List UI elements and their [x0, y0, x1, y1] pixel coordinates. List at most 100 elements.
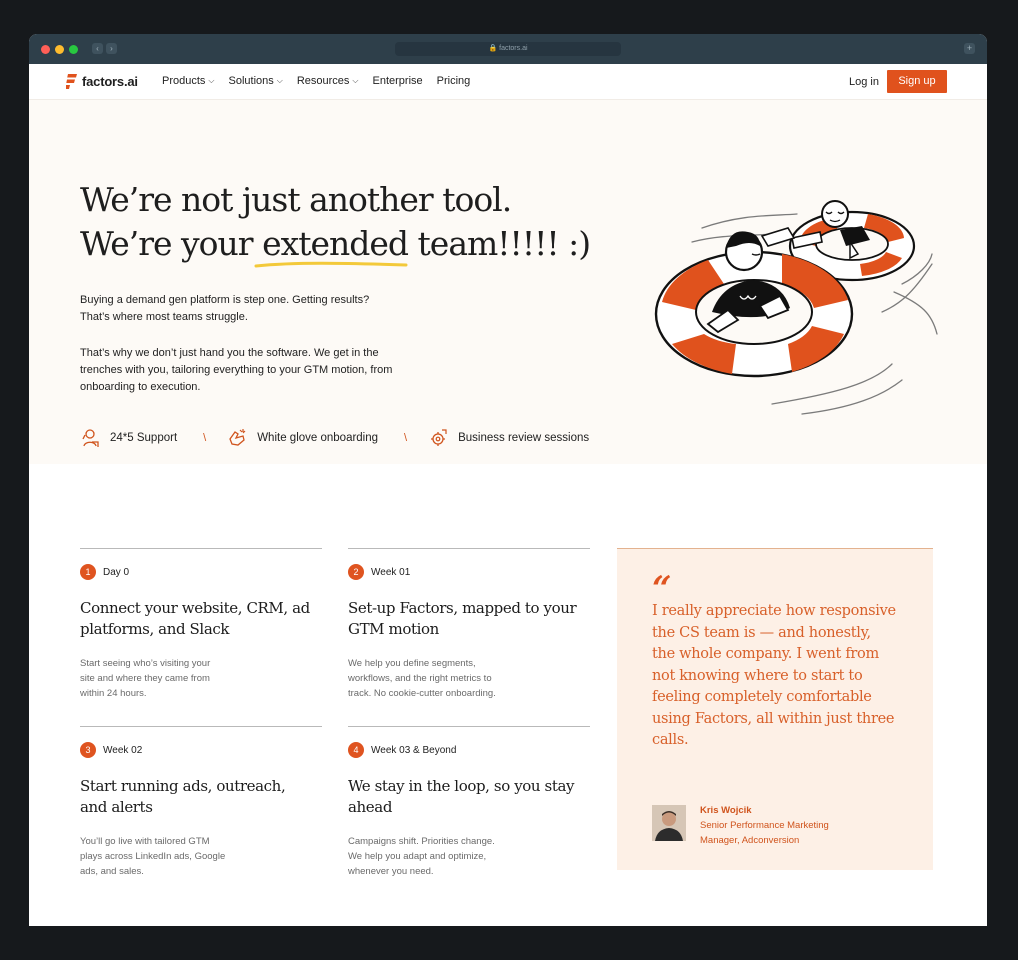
paragraph-line: That’s where most teams struggle. [80, 311, 248, 323]
login-link[interactable]: Log in [849, 76, 879, 88]
factors-logo-icon [66, 74, 77, 89]
step-number-badge: 3 [80, 742, 96, 758]
step-number-badge: 1 [80, 564, 96, 580]
highlight-word: extended [254, 222, 409, 268]
review-gear-icon [431, 429, 447, 446]
brand-name: factors.ai [82, 74, 138, 89]
glove-hand-icon [229, 429, 246, 446]
feature-label: White glove onboarding [257, 432, 379, 444]
desc-line: We help you define segments, [348, 658, 476, 669]
feature-onboarding: White glove onboarding [226, 427, 378, 449]
chevron-down-icon: ⌵ [208, 76, 215, 85]
step-title: We stay in the loop, so you stay ahead [348, 776, 590, 818]
step-card: 3 Week 02 Start running ads, outreach, a… [80, 726, 322, 879]
hero-section: We’re not just another tool. We’re your … [29, 100, 987, 464]
step-timing: Day 0 [103, 566, 130, 578]
minimize-window-icon[interactable] [55, 45, 64, 54]
desc-line: We help you adapt and optimize, [348, 851, 487, 862]
paragraph-line: Buying a demand gen platform is step one… [80, 294, 370, 306]
role-line: Senior Performance Marketing [700, 820, 829, 831]
team-float-illustration [654, 200, 938, 415]
paragraph-line: That’s why we don’t just hand you the so… [80, 347, 379, 359]
hero-title-line2: We’re your extended team!!!!! :) [80, 222, 591, 268]
maximize-window-icon[interactable] [69, 45, 78, 54]
step-description: Campaigns shift. Priorities change. We h… [348, 834, 590, 879]
close-window-icon[interactable] [41, 45, 50, 54]
step-header: 1 Day 0 [80, 564, 322, 580]
menu-enterprise[interactable]: Enterprise [373, 75, 423, 87]
feature-support: 24*5 Support [79, 427, 177, 449]
quote-line: not knowing where to start to [652, 667, 863, 684]
separator: \ [203, 432, 207, 444]
step-card: 4 Week 03 & Beyond We stay in the loop, … [348, 726, 590, 879]
step-header: 3 Week 02 [80, 742, 322, 758]
menu-solutions[interactable]: Solutions ⌵ [229, 75, 283, 87]
step-title: Set-up Factors, mapped to your GTM motio… [348, 598, 590, 640]
main-menu: Products ⌵ Solutions ⌵ Resources ⌵ Enterpri… [162, 75, 470, 87]
step-timing: Week 01 [371, 566, 411, 578]
step-header: 2 Week 01 [348, 564, 590, 580]
feature-label: Business review sessions [458, 432, 590, 444]
title-line: Set-up Factors, mapped to your [348, 599, 577, 617]
browser-chrome: ‹ › 🔒 factors.ai + [29, 34, 987, 64]
author-name: Kris Wojcik [700, 805, 752, 816]
title-line: ahead [348, 798, 393, 816]
menu-label: Enterprise [372, 75, 423, 87]
step-card: 2 Week 01 Set-up Factors, mapped to your… [348, 548, 590, 701]
hero-title: We’re not just another tool. We’re your … [80, 178, 591, 268]
browser-window: ‹ › 🔒 factors.ai + factors.ai Products ⌵ … [29, 34, 987, 926]
menu-resources[interactable]: Resources ⌵ [297, 75, 359, 87]
forward-arrow-icon[interactable]: › [106, 43, 117, 54]
brand-logo[interactable]: factors.ai [66, 74, 138, 89]
menu-products[interactable]: Products ⌵ [162, 75, 215, 87]
back-arrow-icon[interactable]: ‹ [92, 43, 103, 54]
avatar [652, 805, 686, 841]
role-line: Manager, Adconversion [700, 835, 800, 846]
testimonial-card: “ I really appreciate how responsive the… [617, 548, 933, 870]
highlight-text: extended [262, 224, 409, 263]
step-number-badge: 4 [348, 742, 364, 758]
new-tab-icon[interactable]: + [964, 43, 975, 54]
quote-line: calls. [652, 732, 689, 748]
quote-line: the whole company. I went from [652, 646, 879, 662]
paragraph-line: trenches with you, tailoring everything … [80, 364, 393, 376]
step-description: Start seeing who’s visiting your site an… [80, 656, 322, 701]
feature-list: 24*5 Support \ White glove onboarding \ … [79, 427, 589, 449]
title-line: We stay in the loop, so you stay [348, 777, 575, 795]
desc-line: Start seeing who’s visiting your [80, 658, 211, 669]
signup-button[interactable]: Sign up [887, 70, 947, 93]
step-description: You’ll go live with tailored GTM plays a… [80, 834, 322, 879]
step-title: Connect your website, CRM, ad platforms,… [80, 598, 322, 640]
desc-line: track. No cookie-cutter onboarding. [348, 688, 496, 699]
title-line: Start running ads, outreach, [80, 777, 286, 795]
menu-label: Solutions [228, 75, 274, 87]
quote-line: using Factors, all within just three [652, 710, 895, 727]
address-bar[interactable]: 🔒 factors.ai [395, 42, 621, 56]
menu-label: Pricing [436, 75, 471, 87]
testimonial-author: Kris Wojcik Senior Performance Marketing… [652, 805, 850, 848]
quote-line: I really appreciate how responsive [652, 603, 896, 619]
title-line: platforms, and Slack [80, 620, 230, 638]
title-line: Connect your website, CRM, ad [80, 599, 310, 617]
site-header: factors.ai Products ⌵ Solutions ⌵ Resource… [29, 64, 987, 100]
desc-line: workflows, and the right metrics to [348, 673, 492, 684]
url-text: factors.ai [499, 45, 528, 52]
menu-pricing[interactable]: Pricing [437, 75, 471, 87]
step-timing: Week 02 [103, 744, 143, 756]
author-info: Kris Wojcik Senior Performance Marketing… [700, 805, 850, 848]
menu-label: Resources [296, 75, 350, 87]
desc-line: whenever you need. [348, 866, 434, 877]
desc-line: Campaigns shift. Priorities change. [348, 836, 495, 847]
desc-line: within 24 hours. [80, 688, 147, 699]
author-role: Senior Performance Marketing Manager, Ad… [700, 818, 850, 848]
hero-paragraph-1: Buying a demand gen platform is step one… [80, 292, 425, 326]
feature-label: 24*5 Support [110, 432, 178, 444]
desc-line: site and where they came from [80, 673, 210, 684]
title-pre: We’re your [80, 224, 263, 263]
step-number-badge: 2 [348, 564, 364, 580]
quote-line: the CS team is — and honestly, [652, 624, 871, 641]
feature-review: Business review sessions [427, 427, 589, 449]
support-agent-icon [82, 429, 99, 447]
title-line: GTM motion [348, 620, 439, 638]
step-title: Start running ads, outreach, and alerts [80, 776, 322, 818]
